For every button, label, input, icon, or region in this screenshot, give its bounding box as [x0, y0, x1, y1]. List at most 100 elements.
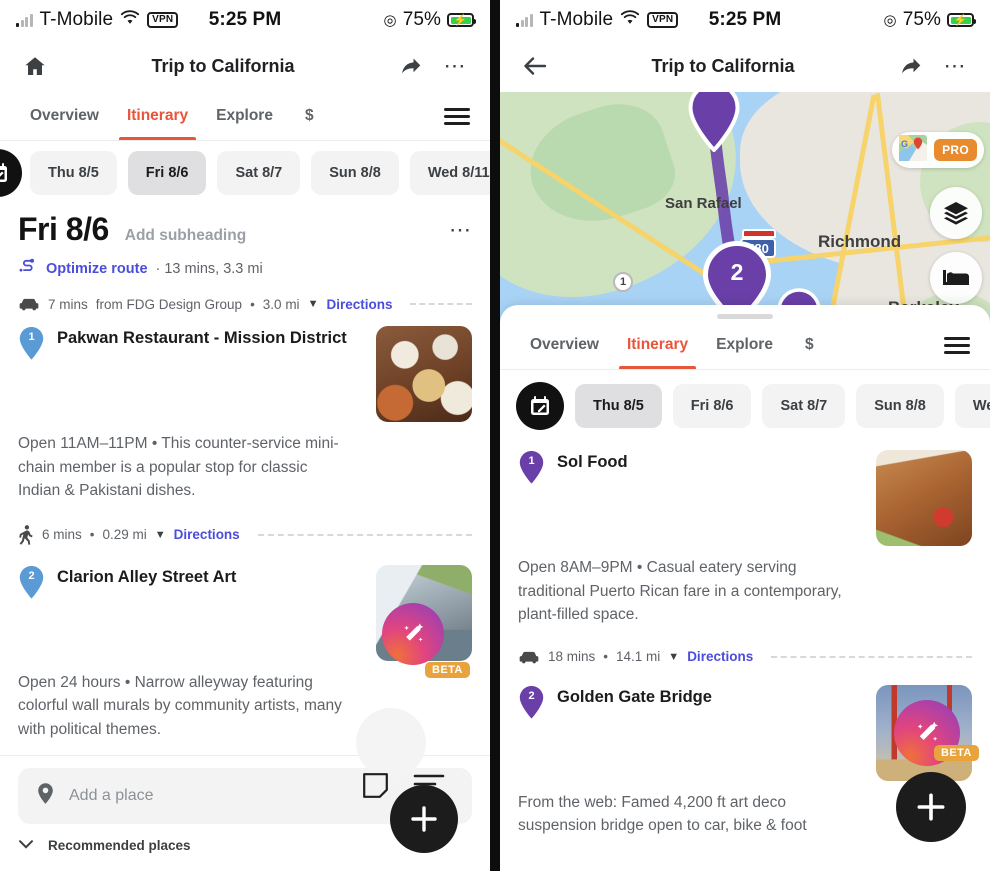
add-subheading-button[interactable]: Add subheading [125, 227, 433, 245]
magic-edit-button[interactable] [382, 603, 444, 665]
sheet-grabber[interactable] [717, 314, 773, 319]
clock: 5:25 PM [708, 9, 782, 30]
date-chip[interactable]: Sat 8/7 [762, 384, 846, 428]
tab-budget[interactable]: $ [287, 92, 332, 140]
calendar-edit-fab[interactable] [516, 382, 564, 430]
pro-badge: PRO [934, 139, 977, 161]
menu-icon[interactable] [444, 107, 470, 125]
date-chip[interactable]: Thu 8/5 [30, 151, 117, 195]
battery-charging-icon: ⚡ [447, 13, 477, 27]
home-icon[interactable] [18, 49, 52, 83]
hotel-filter-button[interactable] [930, 252, 982, 304]
route-shield: 1 [613, 272, 633, 292]
note-icon[interactable] [362, 772, 389, 804]
travel-leg-row[interactable]: 7 mins from FDG Design Group • 3.0 mi ▼ … [0, 286, 490, 322]
more-options-icon[interactable]: ⋯ [438, 49, 472, 83]
tab-itinerary[interactable]: Itinerary [113, 92, 202, 140]
directions-link[interactable]: Directions [326, 297, 392, 312]
optimize-route-meta: · 13 mins, 3.3 mi [155, 261, 263, 277]
date-chip[interactable]: Sun 8/8 [311, 151, 399, 195]
vpn-badge: VPN [147, 11, 179, 29]
date-chip-selected[interactable]: Thu 8/5 [575, 384, 662, 428]
tab-overview[interactable]: Overview [516, 321, 613, 369]
rotation-lock-icon: ◎ [883, 12, 897, 29]
directions-link[interactable]: Directions [687, 649, 753, 664]
place-item[interactable]: 1 Sol Food Open 8AM–9PM • Casual eatery … [500, 442, 990, 627]
tab-explore[interactable]: Explore [202, 92, 287, 140]
share-icon[interactable] [394, 49, 428, 83]
date-chip[interactable]: Fri 8/6 [672, 384, 752, 428]
place-item[interactable]: 1 Pakwan Restaurant - Mission District O… [0, 322, 490, 503]
menu-icon[interactable] [944, 336, 970, 354]
date-chip[interactable]: Sun 8/8 [856, 384, 944, 428]
back-arrow-icon[interactable] [518, 49, 552, 83]
chevron-down-icon[interactable]: ▼ [668, 651, 679, 663]
place-number: 2 [28, 569, 35, 582]
more-options-icon[interactable]: ⋯ [938, 49, 972, 83]
tab-itinerary[interactable]: Itinerary [613, 321, 702, 369]
tab-budget[interactable]: $ [787, 321, 832, 369]
date-chips: Thu 8/5 Fri 8/6 Sat 8/7 Sun 8/8 Wed 8/11… [0, 141, 490, 205]
leg-duration: 6 mins [42, 527, 82, 543]
leg-dashed-line [771, 655, 972, 658]
place-thumbnail[interactable] [376, 326, 472, 422]
map-marker-label: 2 [730, 259, 744, 285]
place-description: From the web: Famed 4,200 ft art deco su… [518, 793, 807, 835]
place-description: Open 24 hours • Narrow alleyway featurin… [18, 673, 342, 738]
page-title: Trip to California [651, 55, 795, 76]
add-fab[interactable] [390, 785, 458, 853]
tab-bar: Overview Itinerary Explore $ [500, 321, 990, 369]
carrier-label: T-Mobile [539, 9, 614, 30]
map-layers-button[interactable] [930, 187, 982, 239]
map-label: Richmond [818, 232, 902, 251]
fab-backdrop [356, 708, 426, 778]
date-chip-selected[interactable]: Fri 8/6 [127, 151, 207, 195]
directions-link[interactable]: Directions [174, 527, 240, 542]
app-bar: Trip to California ⋯ [0, 40, 490, 92]
travel-leg-row[interactable]: 6 mins • 0.29 mi ▼ Directions [0, 503, 490, 555]
rotation-lock-icon: ◎ [383, 12, 397, 29]
map-label: San Rafael [665, 195, 742, 212]
travel-leg-row[interactable]: 18 mins • 14.1 mi ▼ Directions [500, 627, 990, 675]
car-icon [18, 296, 40, 312]
leg-duration: 7 mins [48, 296, 88, 312]
map-provider-control[interactable]: G PRO [892, 132, 984, 168]
optimize-route-row[interactable]: Optimize route · 13 mins, 3.3 mi [0, 250, 490, 286]
optimize-route-icon [18, 258, 38, 280]
date-chip-strip: Thu 8/5 Fri 8/6 Sat 8/7 Sun 8/8 Wed 8/11 [500, 370, 990, 442]
app-bar: Trip to California ⋯ [500, 40, 990, 92]
left-phone-panel: T-Mobile VPN 5:25 PM ◎ 75% ⚡ Trip to Cal… [0, 0, 490, 871]
share-icon[interactable] [894, 49, 928, 83]
cellular-signal-icon [16, 13, 33, 27]
chevron-down-icon[interactable]: ▼ [308, 298, 319, 310]
leg-separator: • [603, 649, 609, 665]
date-chip[interactable]: Wed 8/11 [409, 151, 490, 195]
tab-overview[interactable]: Overview [16, 92, 113, 140]
map-pin-icon: 2 [518, 685, 545, 720]
day-more-options-icon[interactable]: ⋯ [449, 218, 472, 240]
leg-origin: from FDG Design Group [95, 296, 243, 312]
date-chip[interactable]: Wed 8/11 [954, 384, 990, 428]
leg-distance: 14.1 mi [616, 649, 661, 665]
add-fab[interactable] [896, 772, 966, 842]
map-pin-icon: 1 [518, 450, 545, 485]
leg-distance: 3.0 mi [262, 296, 300, 312]
walk-icon [18, 524, 34, 545]
interstate-shield-top [742, 229, 776, 238]
panel-divider [490, 0, 500, 871]
status-bar: T-Mobile VPN 5:25 PM ◎ 75% ⚡ [0, 0, 490, 40]
optimize-route-label: Optimize route [46, 261, 148, 277]
beta-badge: BETA [934, 745, 979, 761]
chevron-down-icon[interactable]: ▼ [155, 529, 166, 541]
tab-bar: Overview Itinerary Explore $ [0, 92, 490, 140]
tab-explore[interactable]: Explore [702, 321, 787, 369]
clock: 5:25 PM [208, 9, 282, 30]
date-chip[interactable]: Sat 8/7 [217, 151, 301, 195]
map-marker[interactable] [686, 92, 742, 157]
cellular-signal-icon [516, 13, 533, 27]
location-pin-icon [36, 782, 55, 810]
chevron-down-icon [18, 838, 34, 853]
place-title: Sol Food [557, 453, 628, 471]
place-title: Clarion Alley Street Art [57, 567, 237, 586]
place-thumbnail[interactable] [876, 450, 972, 546]
